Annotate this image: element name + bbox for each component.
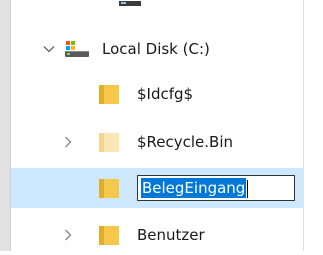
drive-icon bbox=[65, 41, 89, 57]
partial-drive-icon bbox=[119, 1, 141, 6]
chevron-right-icon[interactable] bbox=[61, 228, 75, 242]
folder-hidden-icon bbox=[99, 133, 119, 152]
tree-item-idcfg[interactable]: $Idcfg$ bbox=[11, 74, 303, 114]
scrollbar-track[interactable] bbox=[304, 0, 323, 251]
text-caret bbox=[247, 179, 249, 198]
tree-item-label: $Idcfg$ bbox=[137, 85, 194, 103]
tree-item-label: $Recycle.Bin bbox=[137, 133, 234, 151]
rename-input[interactable]: BelegEingang bbox=[137, 175, 295, 201]
folder-icon bbox=[99, 179, 119, 198]
folder-icon bbox=[99, 85, 119, 104]
tree-item-label: Benutzer bbox=[137, 226, 205, 244]
tree-item-benutzer[interactable]: Benutzer bbox=[11, 215, 303, 255]
tree-item-recycle-bin[interactable]: $Recycle.Bin bbox=[11, 122, 303, 162]
navigation-pane-left-edge bbox=[0, 0, 10, 251]
chevron-down-icon[interactable] bbox=[42, 42, 56, 56]
rename-selected-text: BelegEingang bbox=[141, 178, 247, 198]
tree-item-local-disk[interactable]: Local Disk (C:) bbox=[11, 29, 303, 69]
tree-item-label: Local Disk (C:) bbox=[102, 40, 210, 58]
tree-item-beleg-eingang[interactable]: BelegEingang bbox=[11, 168, 303, 208]
chevron-right-icon[interactable] bbox=[61, 135, 75, 149]
folder-icon bbox=[99, 226, 119, 245]
